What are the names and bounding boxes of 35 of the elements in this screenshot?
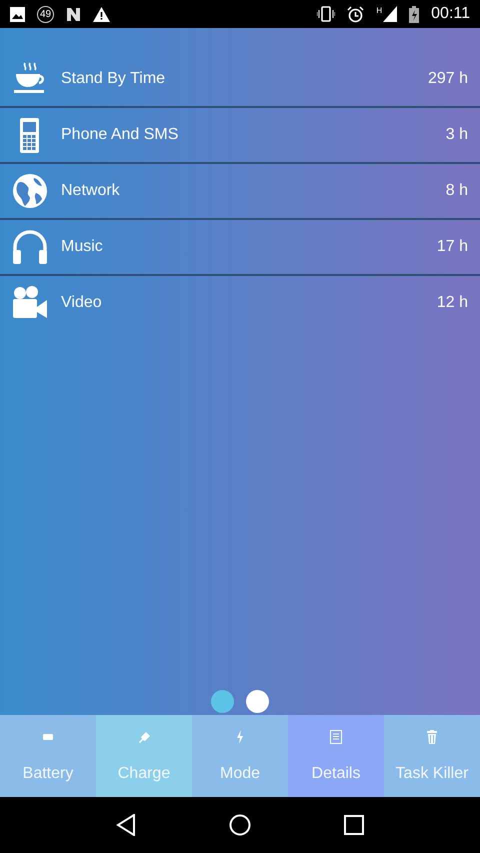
image-icon bbox=[10, 6, 25, 22]
tab[interactable]: Mode bbox=[192, 715, 288, 797]
notification-count: 49 bbox=[37, 6, 54, 22]
network-type: H bbox=[376, 6, 382, 15]
item-duration: 17 h bbox=[436, 238, 468, 256]
page-indicator-dot[interactable] bbox=[211, 690, 234, 713]
headphones-icon bbox=[12, 229, 48, 265]
item-duration: 8 h bbox=[446, 182, 468, 200]
tab[interactable]: Charge bbox=[96, 715, 192, 797]
item-duration: 12 h bbox=[436, 294, 468, 312]
recent-apps-icon[interactable] bbox=[344, 815, 364, 835]
item-label: Music bbox=[61, 238, 104, 256]
item-label: Network bbox=[61, 182, 121, 200]
page-indicator-dot[interactable] bbox=[246, 690, 269, 713]
battery-charging-icon bbox=[409, 6, 420, 22]
home-icon[interactable] bbox=[228, 814, 251, 836]
warning-icon bbox=[93, 6, 110, 22]
item-duration: 297 h bbox=[428, 70, 468, 88]
trash-icon bbox=[424, 729, 440, 745]
item-duration: 3 h bbox=[446, 126, 468, 144]
item-label: Stand By Time bbox=[61, 70, 166, 88]
globe-icon bbox=[12, 173, 48, 209]
n-logo-icon bbox=[66, 6, 81, 22]
clock-time: 00:11 bbox=[431, 5, 470, 23]
tab[interactable]: Task Killer bbox=[384, 715, 480, 797]
alarm-icon bbox=[347, 6, 364, 22]
document-icon bbox=[328, 729, 344, 745]
signal-icon bbox=[383, 6, 398, 22]
vibrate-icon bbox=[317, 6, 336, 22]
tab[interactable]: Battery bbox=[0, 715, 96, 797]
tab[interactable]: Details bbox=[288, 715, 384, 797]
item-label: Video bbox=[61, 294, 103, 312]
item-label: Phone And SMS bbox=[61, 126, 180, 144]
back-icon[interactable] bbox=[116, 814, 136, 836]
video-camera-icon bbox=[12, 285, 48, 321]
